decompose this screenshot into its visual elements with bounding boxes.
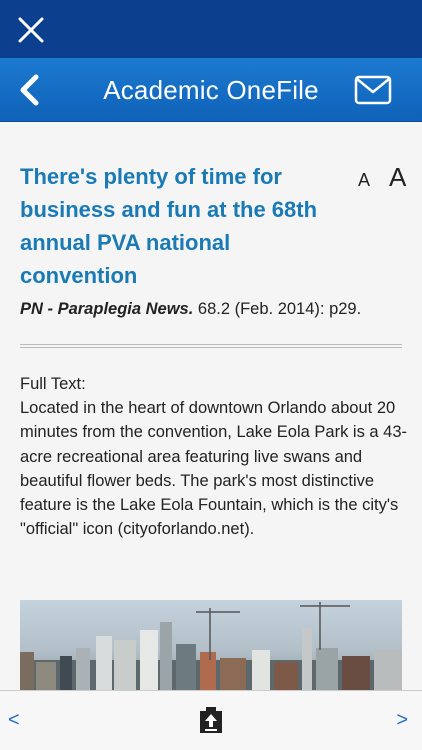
citation-details: 68.2 (Feb. 2014): p29. bbox=[193, 300, 362, 318]
article-headline: There's plenty of time for business and … bbox=[20, 164, 318, 288]
article-citation: PN - Paraplegia News. 68.2 (Feb. 2014): … bbox=[20, 300, 415, 319]
decrease-font-button[interactable]: A bbox=[358, 170, 370, 191]
share-export-button[interactable] bbox=[197, 703, 225, 735]
city-skyline-photo[interactable] bbox=[20, 600, 402, 690]
top-bar bbox=[0, 0, 422, 58]
full-text-label: Full Text: bbox=[20, 375, 86, 393]
previous-article-button[interactable]: < bbox=[8, 709, 20, 732]
clipboard-upload-icon bbox=[200, 707, 222, 733]
close-button[interactable] bbox=[14, 13, 48, 47]
mail-button[interactable] bbox=[354, 75, 392, 105]
article-content[interactable]: There's plenty of time for business and … bbox=[0, 122, 422, 690]
mail-icon bbox=[354, 75, 392, 105]
increase-font-button[interactable]: A bbox=[389, 162, 406, 193]
article-body: Full Text: Located in the heart of downt… bbox=[20, 372, 408, 541]
close-icon bbox=[18, 17, 44, 43]
citation-source: PN - Paraplegia News. bbox=[20, 300, 194, 318]
article-paragraph: Located in the heart of downtown Orlando… bbox=[20, 399, 408, 539]
skyline-graphic bbox=[20, 600, 402, 690]
bottom-toolbar: < > bbox=[0, 690, 422, 750]
next-article-button[interactable]: > bbox=[396, 709, 408, 732]
nav-bar: Academic OneFile bbox=[0, 58, 422, 122]
divider bbox=[20, 344, 402, 348]
